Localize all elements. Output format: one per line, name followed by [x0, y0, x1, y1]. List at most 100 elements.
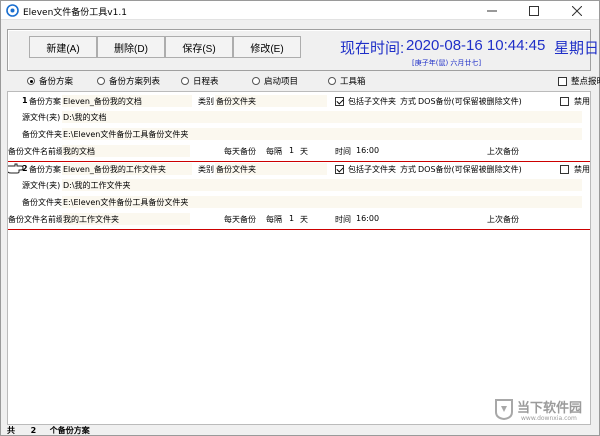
last-backup-label: 上次备份 — [487, 147, 519, 156]
app-window: Eleven文件备份工具v1.1 新建(A) 删除(D) 保存(S) 修改(E)… — [0, 0, 600, 436]
disable-checkbox[interactable]: 禁用 — [560, 164, 590, 175]
checkbox-checked-icon — [335, 165, 344, 174]
interval-field[interactable]: 1 — [289, 214, 294, 223]
interval-field[interactable]: 1 — [289, 146, 294, 155]
plan-number: 2 — [22, 164, 28, 173]
category-field[interactable]: 备份文件夹 — [216, 164, 256, 175]
tab-toolbox[interactable]: 工具箱 — [328, 75, 366, 87]
tab-backup-plan-list[interactable]: 备份方案列表 — [97, 75, 160, 87]
plan-name-label: 备份方案 — [29, 97, 61, 106]
category-label: 类别 — [198, 97, 214, 106]
include-subfolders-label: 包括子文件夹 — [348, 165, 396, 174]
backup-plan-list: 1 备份方案 Eleven_备份我的文档 类别 备份文件夹 包括子文件夹 方式 … — [7, 91, 591, 425]
title-bar: Eleven文件备份工具v1.1 — [1, 1, 599, 20]
status-suffix: 个备份方案 — [49, 426, 90, 435]
radio-icon — [328, 77, 336, 85]
hourly-chime-checkbox[interactable]: 整点报时 — [558, 75, 600, 87]
checkbox-icon — [560, 97, 569, 106]
schedule-row: 备份文件名前缀 我的工作文件夹 每天备份 每隔 1 天 时间 16:00 上次备… — [8, 212, 590, 226]
mode-field[interactable]: DOS备份(可保留被删除文件) — [418, 96, 522, 107]
disable-label: 禁用 — [574, 97, 590, 106]
app-icon — [6, 4, 19, 17]
prefix-label: 备份文件名前缀 — [8, 147, 64, 156]
prefix-label: 备份文件名前缀 — [8, 215, 64, 224]
view-tabs: 备份方案 备份方案列表 日程表 启动项目 工具箱 整点报时 — [1, 71, 600, 91]
mode-label: 方式 — [400, 97, 416, 106]
source-row: 源文件(夹) D:\我的工作文件夹 — [8, 178, 590, 192]
minimize-icon — [487, 10, 497, 11]
source-label: 源文件(夹) — [22, 113, 61, 122]
window-title: Eleven文件备份工具v1.1 — [23, 8, 127, 18]
time-label: 时间 — [335, 147, 351, 156]
source-field[interactable]: D:\我的工作文件夹 — [63, 180, 131, 191]
category-field[interactable]: 备份文件夹 — [216, 96, 256, 107]
backup-plan-item[interactable]: 2 备份方案 Eleven_备份我的工作文件夹 类别 备份文件夹 包括子文件夹 … — [8, 162, 590, 230]
radio-selected-icon — [27, 77, 35, 85]
prefix-field[interactable]: 我的文档 — [63, 146, 95, 157]
disable-label: 禁用 — [574, 165, 590, 174]
clock-weekday: 星期日 — [554, 40, 600, 57]
tab-startup-items[interactable]: 启动项目 — [252, 75, 298, 87]
close-button[interactable] — [556, 1, 598, 20]
plan-name-label: 备份方案 — [29, 165, 61, 174]
prefix-field[interactable]: 我的工作文件夹 — [63, 214, 119, 225]
source-field[interactable]: D:\我的文档 — [63, 112, 107, 123]
include-subfolders-checkbox[interactable]: 包括子文件夹 — [335, 164, 396, 175]
mode-label: 方式 — [400, 165, 416, 174]
frequency-field[interactable]: 每天备份 — [224, 146, 256, 157]
checkbox-icon — [560, 165, 569, 174]
mode-field[interactable]: DOS备份(可保留被删除文件) — [418, 164, 522, 175]
source-label: 源文件(夹) — [22, 181, 61, 190]
tab-label: 备份方案 — [39, 77, 74, 87]
watermark: 当下软件园 www.downxia.com — [493, 395, 593, 425]
status-count: 2 — [30, 426, 37, 435]
backup-plan-item[interactable]: 1 备份方案 Eleven_备份我的文档 类别 备份文件夹 包括子文件夹 方式 … — [8, 94, 590, 162]
backup-folder-label: 备份文件夹 — [22, 130, 62, 139]
backup-folder-field[interactable]: E:\Eleven文件备份工具备份文件夹 — [63, 129, 188, 140]
clock-label: 现在时间: — [340, 40, 405, 57]
radio-icon — [181, 77, 189, 85]
tab-label: 日程表 — [193, 77, 219, 87]
interval-unit: 天 — [300, 147, 308, 156]
tab-schedule[interactable]: 日程表 — [181, 75, 219, 87]
frequency-field[interactable]: 每天备份 — [224, 214, 256, 225]
save-button[interactable]: 保存(S) — [165, 36, 233, 58]
time-field[interactable]: 16:00 — [356, 146, 379, 155]
plan-number: 1 — [22, 96, 28, 105]
tab-backup-plan[interactable]: 备份方案 — [27, 75, 73, 87]
watermark-url: www.downxia.com — [521, 415, 577, 422]
disable-checkbox[interactable]: 禁用 — [560, 96, 590, 107]
time-field[interactable]: 16:00 — [356, 214, 379, 223]
interval-unit: 天 — [300, 215, 308, 224]
plan-name-field[interactable]: Eleven_备份我的文档 — [63, 96, 142, 107]
clock-datetime: 2020-08-16 10:44:45 — [406, 37, 546, 54]
new-button[interactable]: 新建(A) — [29, 36, 97, 58]
source-row: 源文件(夹) D:\我的文档 — [8, 110, 590, 124]
close-icon — [572, 5, 582, 16]
brand-logo-icon — [495, 399, 513, 421]
watermark-brand: 当下软件园 — [517, 401, 583, 416]
backup-folder-row: 备份文件夹 E:\Eleven文件备份工具备份文件夹 — [8, 127, 590, 141]
tab-label: 备份方案列表 — [109, 77, 161, 87]
checkbox-checked-icon — [335, 97, 344, 106]
include-subfolders-checkbox[interactable]: 包括子文件夹 — [335, 96, 396, 107]
status-bar: 共 2 个备份方案 — [7, 425, 307, 436]
backup-folder-field[interactable]: E:\Eleven文件备份工具备份文件夹 — [63, 197, 188, 208]
include-subfolders-label: 包括子文件夹 — [348, 97, 396, 106]
plan-header-row: 1 备份方案 Eleven_备份我的文档 类别 备份文件夹 包括子文件夹 方式 … — [8, 94, 590, 108]
time-label: 时间 — [335, 215, 351, 224]
schedule-row: 备份文件名前缀 我的文档 每天备份 每隔 1 天 时间 16:00 上次备份 — [8, 144, 590, 158]
tab-label: 工具箱 — [340, 77, 366, 87]
backup-folder-row: 备份文件夹 E:\Eleven文件备份工具备份文件夹 — [8, 195, 590, 209]
plan-header-row: 2 备份方案 Eleven_备份我的工作文件夹 类别 备份文件夹 包括子文件夹 … — [8, 162, 590, 176]
delete-button[interactable]: 删除(D) — [97, 36, 165, 58]
lunar-date: [庚子年(鼠) 六月廿七] — [412, 59, 482, 67]
radio-icon — [252, 77, 260, 85]
plan-name-field[interactable]: Eleven_备份我的工作文件夹 — [63, 164, 166, 175]
maximize-button[interactable] — [513, 1, 555, 20]
status-total-label: 共 — [7, 426, 15, 435]
backup-folder-label: 备份文件夹 — [22, 198, 62, 207]
interval-label: 每隔 — [266, 147, 282, 156]
minimize-button[interactable] — [471, 1, 513, 20]
edit-button[interactable]: 修改(E) — [233, 36, 301, 58]
